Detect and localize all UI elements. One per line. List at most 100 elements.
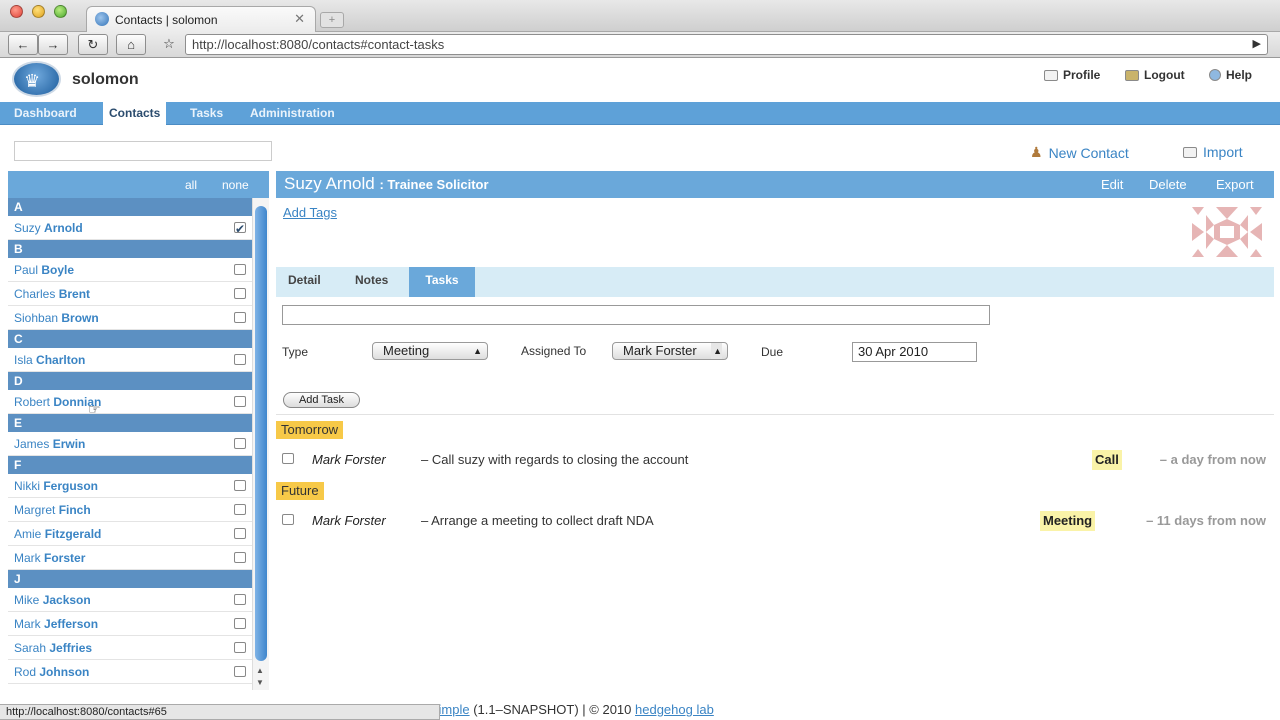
nav-dashboard[interactable]: Dashboard	[8, 102, 83, 125]
address-bar[interactable]: http://localhost:8080/contacts#contact-t…	[185, 34, 1268, 55]
contact-select-checkbox[interactable]	[234, 354, 246, 365]
task-row: Mark Forster – Arrange a meeting to coll…	[282, 511, 1266, 531]
detail-tabs: Detail Notes Tasks	[276, 267, 1274, 297]
assigned-to-select[interactable]: Mark Forster ▲▼	[612, 342, 728, 360]
contact-select-checkbox[interactable]	[234, 504, 246, 515]
contact-select-checkbox[interactable]	[234, 288, 246, 299]
contact-select-checkbox[interactable]	[234, 594, 246, 605]
contact-select-checkbox[interactable]	[234, 396, 246, 407]
scroll-down-arrow-icon[interactable]: ▼	[256, 678, 264, 687]
contact-list-item[interactable]: Margret Finch	[8, 498, 252, 522]
help-link[interactable]: Help	[1209, 68, 1252, 82]
delete-link[interactable]: Delete	[1149, 177, 1187, 192]
bookmark-star-icon[interactable]: ☆	[156, 34, 182, 55]
tab-close-icon[interactable]: ✕	[294, 11, 305, 27]
task-text: – Arrange a meeting to collect draft NDA	[421, 513, 654, 528]
task-type-badge: Call	[1092, 450, 1122, 470]
contact-list-item[interactable]: Mike Jackson	[8, 588, 252, 612]
task-complete-checkbox[interactable]	[282, 514, 294, 525]
task-assignee: Mark Forster	[312, 513, 386, 528]
import-card-icon	[1183, 146, 1197, 158]
back-button[interactable]: ←	[8, 34, 38, 55]
contact-list-scrollbar[interactable]: ▲ ▼	[252, 198, 269, 690]
contact-list-item[interactable]: Mark Jefferson	[8, 612, 252, 636]
reload-button[interactable]: ↻	[78, 34, 108, 55]
select-none-link[interactable]: none	[222, 178, 249, 192]
task-row: Mark Forster – Call suzy with regards to…	[282, 450, 1266, 470]
contact-group-header: J	[8, 570, 252, 588]
address-bar-text: http://localhost:8080/contacts#contact-t…	[192, 37, 445, 52]
type-select-value: Meeting	[383, 343, 430, 358]
contact-filter-input[interactable]	[14, 141, 272, 161]
contact-first-name: Robert	[14, 395, 51, 409]
add-tags-link[interactable]: Add Tags	[283, 205, 337, 220]
task-complete-checkbox[interactable]	[282, 453, 294, 464]
contact-last-name: Forster	[44, 551, 86, 565]
tab-detail[interactable]: Detail	[277, 267, 332, 297]
contact-select-checkbox[interactable]	[234, 528, 246, 539]
tab-notes[interactable]: Notes	[344, 267, 399, 297]
type-select[interactable]: Meeting ▲▼	[372, 342, 488, 360]
contact-first-name: Sarah	[14, 641, 47, 655]
contact-list-item[interactable]: Siohban Brown	[8, 306, 252, 330]
contact-list-item[interactable]: Sarah Jeffries	[8, 636, 252, 660]
new-contact-label: New Contact	[1048, 144, 1129, 161]
contact-select-checkbox[interactable]	[234, 264, 246, 275]
contact-first-name: Paul	[14, 263, 39, 277]
contact-select-checkbox[interactable]	[234, 642, 246, 653]
contact-list-item[interactable]: Robert Donnian	[8, 390, 252, 414]
contact-list-item[interactable]: Mark Forster	[8, 546, 252, 570]
nav-tasks[interactable]: Tasks	[184, 102, 229, 125]
task-assignee: Mark Forster	[312, 452, 386, 467]
help-icon	[1209, 69, 1221, 81]
contact-select-checkbox[interactable]	[234, 480, 246, 491]
contact-select-checkbox[interactable]	[234, 438, 246, 449]
footer-hedgehog-link[interactable]: hedgehog lab	[635, 702, 714, 717]
new-contact-person-icon: ♟	[1030, 144, 1043, 160]
zoom-window-button[interactable]	[54, 5, 67, 18]
contact-first-name: Mark	[14, 617, 41, 631]
contact-last-name: Johnson	[39, 665, 90, 679]
go-arrow-icon[interactable]: ▶	[1253, 35, 1261, 54]
forward-button[interactable]: →	[38, 34, 68, 55]
contact-select-checkbox[interactable]	[234, 312, 246, 323]
select-all-link[interactable]: all	[185, 178, 197, 192]
contact-list-item[interactable]: James Erwin	[8, 432, 252, 456]
add-task-button[interactable]: Add Task	[283, 392, 360, 408]
logout-link[interactable]: Logout	[1125, 68, 1185, 82]
import-label: Import	[1203, 144, 1243, 160]
contact-list-item[interactable]: Nikki Ferguson	[8, 474, 252, 498]
contact-first-name: Amie	[14, 527, 42, 541]
scroll-up-arrow-icon[interactable]: ▲	[256, 666, 264, 675]
scrollbar-thumb[interactable]	[255, 206, 267, 661]
contact-select-checkbox[interactable]	[234, 618, 246, 629]
contact-first-name: Suzy	[14, 221, 41, 235]
contact-last-name: Jackson	[42, 593, 91, 607]
contact-list-item[interactable]: Rod Johnson	[8, 660, 252, 684]
due-date-input[interactable]: 30 Apr 2010	[852, 342, 977, 362]
task-description-input[interactable]	[282, 305, 990, 325]
new-tab-button[interactable]: +	[320, 12, 344, 28]
contact-list-item[interactable]: Paul Boyle	[8, 258, 252, 282]
close-window-button[interactable]	[10, 5, 23, 18]
profile-link[interactable]: Profile	[1044, 68, 1100, 82]
contact-list-item[interactable]: Suzy Arnold	[8, 216, 252, 241]
contact-first-name: Isla	[14, 353, 33, 367]
export-link[interactable]: Export	[1216, 177, 1254, 192]
tab-tasks[interactable]: Tasks	[409, 267, 475, 297]
minimize-window-button[interactable]	[32, 5, 45, 18]
contact-list-item[interactable]: Charles Brent	[8, 282, 252, 306]
new-contact-link[interactable]: ♟ New Contact	[1030, 144, 1129, 161]
nav-contacts[interactable]: Contacts	[103, 102, 167, 125]
contact-list-item[interactable]: Isla Charlton	[8, 348, 252, 372]
home-button[interactable]: ⌂	[116, 34, 146, 55]
import-link[interactable]: Import	[1183, 144, 1243, 160]
edit-link[interactable]: Edit	[1101, 177, 1123, 192]
contact-list-item[interactable]: Amie Fitzgerald	[8, 522, 252, 546]
browser-tab[interactable]: Contacts | solomon ✕	[86, 6, 316, 32]
contact-select-checkbox[interactable]	[234, 666, 246, 677]
nav-administration[interactable]: Administration	[244, 102, 341, 125]
contact-select-checkbox[interactable]	[234, 552, 246, 563]
contact-select-checkbox[interactable]	[234, 217, 246, 241]
app-header: ♛ solomon Profile Logout Help	[0, 59, 1280, 102]
